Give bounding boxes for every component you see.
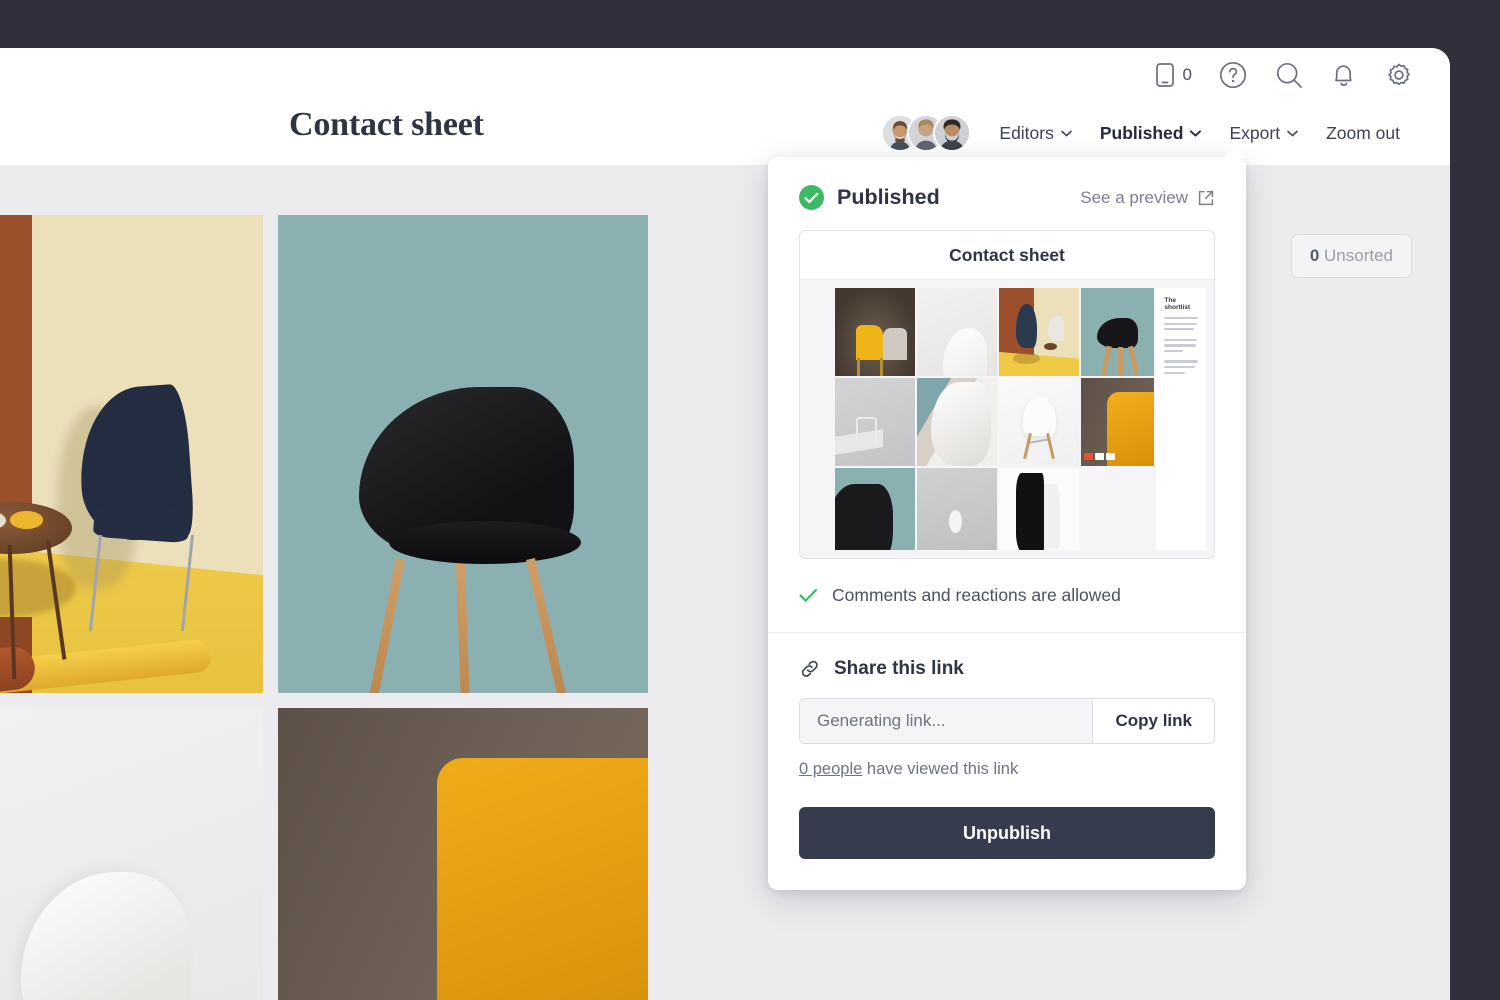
- editor-avatars[interactable]: [881, 114, 972, 152]
- preview-thumb-white-curve: [916, 378, 997, 466]
- see-a-preview-link[interactable]: See a preview: [1080, 188, 1215, 208]
- check-mark-icon: [799, 588, 818, 602]
- preview-thumb-black-white-chairs: [998, 468, 1079, 550]
- popover-tail: [1223, 146, 1247, 158]
- share-link-title: Share this link: [834, 658, 964, 679]
- photo-chair-leg: [526, 558, 570, 693]
- help-button[interactable]: [1218, 60, 1248, 90]
- settings-gear-icon: [1388, 63, 1410, 86]
- share-link-input[interactable]: [800, 699, 1093, 743]
- notifications-icon: [1335, 65, 1352, 86]
- unsorted-count: 0: [1309, 246, 1320, 265]
- unsorted-badge[interactable]: 0 Unsorted: [1290, 234, 1412, 278]
- mobile-preview-icon: [1155, 63, 1174, 87]
- preview-thumb-text-panel: The shortlist: [1156, 288, 1206, 550]
- popover-status: Published: [799, 185, 940, 210]
- chevron-down-icon: [1190, 129, 1202, 137]
- chevron-down-icon: [1287, 130, 1298, 136]
- preview-thumb-grey-minimal: [835, 378, 915, 466]
- export-dropdown[interactable]: Export: [1215, 117, 1312, 150]
- export-label: Export: [1229, 122, 1281, 143]
- popover-header: Published See a preview: [768, 157, 1246, 210]
- publish-popover: Published See a preview Contact sheet Th…: [768, 146, 1247, 890]
- mobile-preview-count: 0: [1182, 65, 1192, 84]
- page-title: Contact sheet: [289, 106, 484, 143]
- photo-black-chair-teal[interactable]: [278, 215, 648, 693]
- preview-thumb-black-chair-teal: [1080, 288, 1155, 376]
- preview-card-body: The shortlist: [800, 280, 1214, 558]
- published-check-icon: [799, 185, 824, 210]
- link-chain-icon: [801, 660, 818, 677]
- preview-thumb-black-chair-crop: [835, 468, 915, 550]
- search-button[interactable]: [1274, 60, 1304, 90]
- avatar-photo-3: [935, 116, 970, 150]
- comments-allowed-row: Comments and reactions are allowed: [768, 559, 1246, 633]
- check-mark-icon: [804, 192, 819, 203]
- share-link-field-row: Copy link: [799, 698, 1215, 744]
- mobile-preview-button[interactable]: 0: [1154, 62, 1192, 88]
- photo-grid: [0, 215, 648, 1000]
- photo-white-shell: [20, 871, 190, 1000]
- link-views-count[interactable]: 0 people: [799, 760, 862, 778]
- link-views-suffix: have viewed this link: [862, 760, 1019, 778]
- preview-thumbnail-grid: The shortlist: [808, 288, 1206, 550]
- published-status-label: Published: [837, 185, 940, 209]
- preview-thumb-grey-soft: [916, 468, 997, 550]
- unsorted-label: Unsorted: [1324, 246, 1393, 265]
- preview-thumb-navy-chairs: [998, 288, 1079, 376]
- header-icon-bar: 0: [1154, 60, 1414, 90]
- zoom-out-label: Zoom out: [1326, 122, 1400, 143]
- published-dropdown[interactable]: Published: [1086, 117, 1216, 150]
- photo-background-chair-legs: [89, 535, 195, 631]
- published-label: Published: [1099, 122, 1184, 143]
- preview-thumb-yellow-chair-brown: [1080, 378, 1155, 466]
- photo-chair-leg: [366, 558, 406, 693]
- preview-thumb-spacer: [808, 468, 833, 550]
- preview-thumb-spacer: [1080, 468, 1155, 550]
- copy-link-button[interactable]: Copy link: [1092, 699, 1214, 743]
- editors-label: Editors: [999, 122, 1054, 143]
- help-icon: [1219, 61, 1247, 89]
- chevron-down-icon: [1061, 130, 1072, 136]
- avatar[interactable]: [933, 114, 972, 152]
- photo-white-chair[interactable]: [0, 708, 263, 1000]
- photo-navy-chairs-yellow-floor[interactable]: [0, 215, 263, 693]
- preview-thumb-eames-white: [998, 378, 1079, 466]
- notifications-button[interactable]: [1330, 60, 1358, 90]
- preview-card-title: Contact sheet: [800, 231, 1214, 280]
- app-window: 0 Contact sheet Editors Published Export…: [0, 48, 1450, 1000]
- external-link-icon: [1198, 190, 1214, 205]
- comments-allowed-label: Comments and reactions are allowed: [832, 585, 1121, 605]
- see-a-preview-label: See a preview: [1080, 187, 1188, 207]
- search-icon: [1276, 62, 1302, 88]
- preview-thumb-yellow-chair-dark: [835, 288, 915, 376]
- zoom-out-button[interactable]: Zoom out: [1312, 117, 1414, 150]
- preview-card[interactable]: Contact sheet The shortlist: [799, 230, 1215, 559]
- photo-bowl-yellow: [9, 511, 43, 529]
- photo-yellow-chair-brown[interactable]: [278, 708, 648, 1000]
- desktop-backdrop: 0 Contact sheet Editors Published Export…: [0, 0, 1500, 1000]
- preview-thumb-spacer: [808, 378, 833, 466]
- editors-dropdown[interactable]: Editors: [985, 117, 1085, 150]
- photo-yellow-chair-back: [437, 757, 648, 1000]
- link-views-row: 0 people have viewed this link: [799, 760, 1215, 779]
- share-link-row: Share this link: [768, 633, 1246, 680]
- shortlist-heading: The shortlist: [1164, 297, 1191, 311]
- unpublish-button[interactable]: Unpublish: [799, 807, 1215, 859]
- header-nav: Editors Published Export Zoom out: [881, 114, 1414, 152]
- settings-button[interactable]: [1384, 60, 1414, 90]
- preview-thumb-spacer: [808, 288, 833, 376]
- preview-thumb-white-chair: [916, 288, 997, 376]
- photo-chair-cushion: [389, 520, 582, 564]
- photo-chair-leg: [455, 563, 470, 693]
